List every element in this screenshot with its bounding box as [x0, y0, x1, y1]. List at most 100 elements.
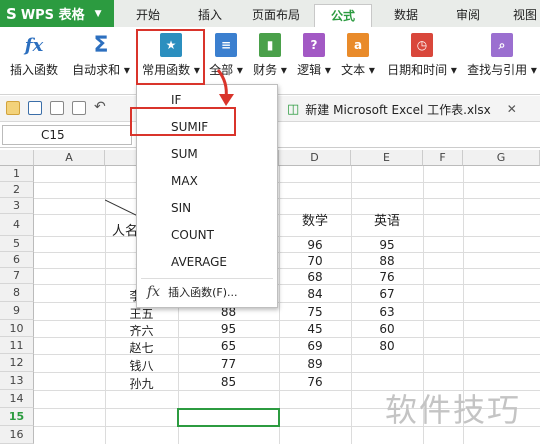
row-header-12[interactable]: 12	[0, 354, 34, 372]
name-cell[interactable]: 赵七	[105, 339, 178, 356]
menu-item-sin[interactable]: SIN	[137, 195, 277, 222]
tab-formula[interactable]: 公式	[314, 4, 372, 27]
math-cell[interactable]: 68	[279, 270, 351, 284]
name-header-cell[interactable]: 人名	[112, 220, 138, 239]
text-label: 文本 ▾	[341, 63, 375, 77]
menu-item-count[interactable]: COUNT	[137, 222, 277, 249]
row-header-2[interactable]: 2	[0, 182, 34, 198]
select-all-corner[interactable]	[0, 150, 34, 166]
column-header-a[interactable]: A	[34, 150, 105, 166]
name-cell[interactable]: 孙九	[105, 375, 178, 392]
save-icon[interactable]	[28, 101, 42, 115]
english-cell[interactable]: 60	[351, 322, 423, 336]
fx-icon: fx	[147, 284, 161, 300]
score-cell[interactable]: 85	[178, 375, 279, 389]
lookup-button[interactable]: ⌕ 查找与引用 ▾	[464, 33, 540, 89]
row-header-11[interactable]: 11	[0, 337, 34, 354]
file-tab-title: 新建 Microsoft Excel 工作表.xlsx	[305, 102, 491, 117]
print-preview-icon[interactable]	[50, 101, 64, 115]
row-header-14[interactable]: 14	[0, 390, 34, 408]
column-header-d[interactable]: D	[279, 150, 351, 166]
english-cell[interactable]: 63	[351, 305, 423, 319]
menu-item-max[interactable]: MAX	[137, 168, 277, 195]
column-header-g[interactable]: G	[463, 150, 540, 166]
menu-item-sum[interactable]: SUM	[137, 141, 277, 168]
row-header-10[interactable]: 10	[0, 320, 34, 337]
tab-view[interactable]: 视图	[500, 4, 540, 27]
math-cell[interactable]: 76	[279, 375, 351, 389]
row-header-6[interactable]: 6	[0, 252, 34, 268]
print-icon[interactable]	[72, 101, 86, 115]
column-header-e[interactable]: E	[351, 150, 423, 166]
name-cell[interactable]: 齐六	[105, 322, 178, 339]
autosum-label: 自动求和 ▾	[72, 63, 130, 77]
file-tab[interactable]: ◫ 新建 Microsoft Excel 工作表.xlsx ✕	[287, 98, 537, 120]
tab-page-layout[interactable]: 页面布局	[244, 4, 308, 27]
watermark: 软件技巧	[385, 391, 522, 429]
math-cell[interactable]: 69	[279, 339, 351, 353]
english-cell[interactable]: 95	[351, 238, 423, 252]
title-bar: S WPS 表格 ▼ 开始 插入 页面布局 公式 数据 审阅 视图	[0, 0, 540, 27]
list-book-icon: ≡	[215, 33, 237, 57]
column-header-f[interactable]: F	[423, 150, 463, 166]
insert-function-menu-label: 插入函数(F)...	[168, 286, 238, 299]
autosum-button[interactable]: Σ 自动求和 ▾	[70, 33, 132, 89]
highlight-common-functions	[136, 29, 205, 85]
app-menu-button[interactable]: S WPS 表格 ▼	[0, 0, 114, 27]
row-header-16[interactable]: 16	[0, 426, 34, 444]
menu-item-insert-function[interactable]: fx 插入函数(F)...	[137, 279, 277, 306]
grid-line	[34, 236, 540, 237]
tab-review[interactable]: 审阅	[440, 4, 496, 27]
tab-home[interactable]: 开始	[120, 4, 176, 27]
row-header-3[interactable]: 3	[0, 198, 34, 214]
math-cell[interactable]: 84	[279, 287, 351, 301]
grid-line	[34, 182, 540, 183]
row-header-4[interactable]: 4	[0, 214, 34, 236]
english-header-cell[interactable]: 英语	[351, 210, 423, 229]
open-folder-icon[interactable]	[6, 101, 20, 115]
row-header-9[interactable]: 9	[0, 302, 34, 320]
row-header-7[interactable]: 7	[0, 268, 34, 284]
menu-item-average[interactable]: AVERAGE	[137, 249, 277, 276]
tab-data[interactable]: 数据	[378, 4, 434, 27]
datetime-button[interactable]: ◷ 日期和时间 ▾	[384, 33, 460, 89]
finance-chart-icon: ▮	[259, 33, 281, 57]
sheet-file-icon: ◫	[287, 101, 300, 117]
score-cell[interactable]: 77	[178, 357, 279, 371]
tab-insert[interactable]: 插入	[182, 4, 238, 27]
lookup-label: 查找与引用 ▾	[467, 63, 537, 77]
math-cell[interactable]: 45	[279, 322, 351, 336]
math-header-cell[interactable]: 数学	[279, 210, 351, 229]
insert-function-button[interactable]: fx 插入函数	[6, 33, 62, 89]
chevron-down-icon: ▼	[94, 8, 102, 19]
english-cell[interactable]: 76	[351, 270, 423, 284]
name-cell[interactable]: 钱八	[105, 357, 178, 374]
name-box[interactable]: C15	[2, 125, 132, 145]
active-cell-c15[interactable]	[177, 408, 280, 427]
sigma-icon: Σ	[93, 32, 109, 58]
math-cell[interactable]: 89	[279, 357, 351, 371]
insert-function-label: 插入函数	[9, 63, 58, 77]
english-cell[interactable]: 80	[351, 339, 423, 353]
english-cell[interactable]: 67	[351, 287, 423, 301]
row-header-15[interactable]: 15	[0, 408, 34, 426]
search-book-icon: ⌕	[491, 33, 513, 57]
row-header-13[interactable]: 13	[0, 372, 34, 390]
english-cell[interactable]: 88	[351, 254, 423, 268]
undo-icon[interactable]: ↶	[94, 99, 106, 115]
score-cell[interactable]: 95	[178, 322, 279, 336]
datetime-label: 日期和时间 ▾	[387, 63, 457, 77]
logic-button[interactable]: ? 逻辑 ▾	[294, 33, 334, 89]
score-cell[interactable]: 65	[178, 339, 279, 353]
math-cell[interactable]: 75	[279, 305, 351, 319]
finance-button[interactable]: ▮ 财务 ▾	[250, 33, 290, 89]
text-book-icon: a	[347, 33, 369, 57]
logic-label: 逻辑 ▾	[297, 63, 331, 77]
close-tab-icon[interactable]: ✕	[507, 102, 517, 116]
text-button[interactable]: a 文本 ▾	[338, 33, 378, 89]
math-cell[interactable]: 70	[279, 254, 351, 268]
math-cell[interactable]: 96	[279, 238, 351, 252]
row-header-8[interactable]: 8	[0, 284, 34, 302]
row-header-1[interactable]: 1	[0, 166, 34, 182]
row-header-5[interactable]: 5	[0, 236, 34, 252]
